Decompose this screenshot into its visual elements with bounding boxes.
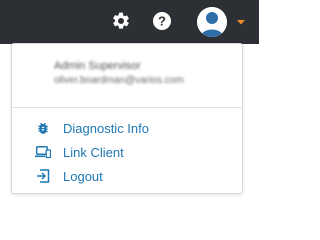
devices-icon	[35, 144, 51, 160]
caret-down-icon[interactable]	[236, 18, 246, 26]
user-info: Admin Supervisor oliver.boardman@varios.…	[12, 44, 242, 107]
help-icon[interactable]: ?	[152, 11, 172, 31]
menu-item-logout[interactable]: Logout	[12, 165, 242, 187]
user-avatar[interactable]	[197, 7, 227, 37]
svg-text:?: ?	[158, 14, 166, 29]
menu-item-diagnostic-info[interactable]: Diagnostic Info	[12, 117, 242, 139]
user-name: Admin Supervisor	[54, 60, 141, 72]
menu-item-label: Diagnostic Info	[63, 120, 149, 136]
menu-item-link-client[interactable]: Link Client	[12, 141, 242, 163]
bug-icon	[35, 120, 51, 136]
logout-icon	[35, 168, 51, 184]
user-email: oliver.boardman@varios.com	[54, 75, 184, 86]
menu-divider	[12, 107, 242, 108]
top-bar: ?	[0, 0, 259, 44]
user-dropdown-menu: Admin Supervisor oliver.boardman@varios.…	[11, 43, 243, 194]
gear-icon[interactable]	[111, 11, 131, 31]
menu-item-label: Link Client	[63, 144, 124, 160]
menu-item-label: Logout	[63, 168, 103, 184]
